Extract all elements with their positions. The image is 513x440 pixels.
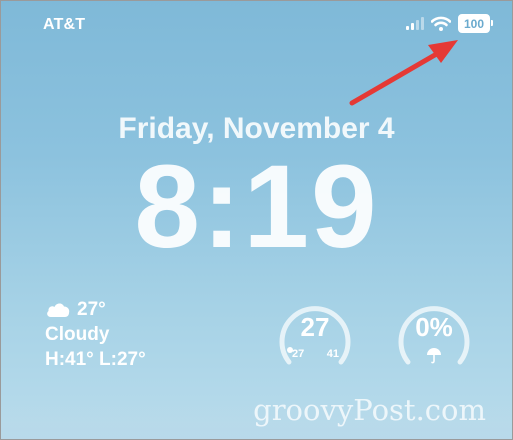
lock-screen-time: 8:19 bbox=[134, 141, 379, 273]
precipitation-gauge-widget[interactable]: 0% bbox=[396, 298, 472, 374]
weather-widget[interactable]: 27° Cloudy H:41° L:27° bbox=[45, 297, 146, 372]
gauge-high-temp: 41 bbox=[326, 348, 339, 360]
umbrella-icon bbox=[427, 348, 441, 364]
temperature-gauge-widget[interactable]: 27 27 41 bbox=[277, 298, 353, 374]
gauge-low-temp: 27 bbox=[292, 348, 305, 360]
gauge-current-temp: 27 bbox=[300, 312, 330, 342]
precipitation-value: 0% bbox=[415, 312, 453, 342]
weather-condition: Cloudy bbox=[45, 324, 110, 345]
high-low-temperature: H:41° L:27° bbox=[45, 349, 146, 370]
cloud-icon bbox=[47, 303, 70, 317]
watermark: groovyPost.com bbox=[253, 393, 486, 427]
current-temperature: 27° bbox=[77, 299, 106, 320]
